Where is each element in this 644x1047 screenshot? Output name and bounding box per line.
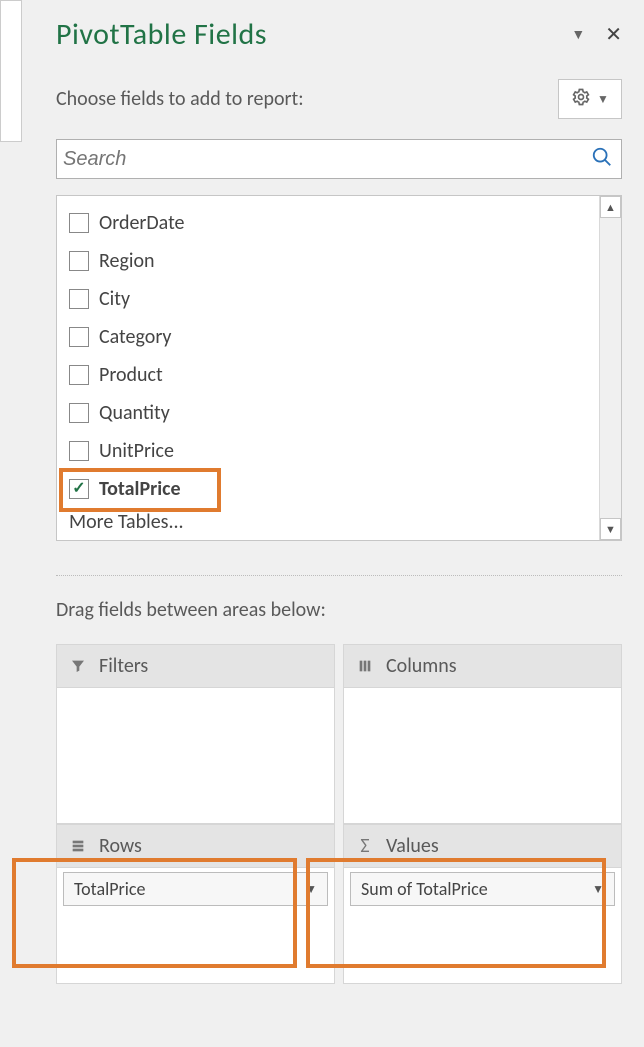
- columns-icon: [356, 658, 374, 674]
- subhead-label: Choose fields to add to report:: [56, 87, 304, 111]
- scroll-down-button[interactable]: ▼: [600, 518, 621, 540]
- chevron-down-icon: ▼: [597, 92, 609, 107]
- field-label: Region: [99, 249, 155, 273]
- sigma-icon: Σ: [356, 834, 374, 858]
- columns-dropzone[interactable]: [343, 688, 622, 824]
- columns-label: Columns: [386, 654, 457, 678]
- field-row-quantity[interactable]: Quantity: [65, 394, 599, 432]
- search-box[interactable]: [56, 139, 622, 179]
- values-header: Σ Values: [343, 824, 622, 868]
- field-label: Quantity: [99, 401, 170, 425]
- pane-controls: ▼ ✕: [571, 22, 622, 47]
- gear-icon: [571, 87, 591, 112]
- rows-dropzone[interactable]: TotalPrice ▼: [56, 868, 335, 984]
- close-icon[interactable]: ✕: [605, 22, 622, 47]
- field-row-city[interactable]: City: [65, 280, 599, 318]
- filters-label: Filters: [99, 654, 148, 678]
- field-checkbox[interactable]: [69, 441, 89, 461]
- pane-options-dropdown-icon[interactable]: ▼: [571, 26, 585, 43]
- filters-area[interactable]: Filters: [56, 644, 335, 824]
- field-label: City: [99, 287, 130, 311]
- field-list-scrollbar[interactable]: ▲ ▼: [599, 196, 621, 540]
- columns-header: Columns: [343, 644, 622, 688]
- chevron-down-icon[interactable]: ▼: [305, 882, 317, 897]
- rows-label: Rows: [99, 834, 142, 858]
- rows-icon: [69, 838, 87, 854]
- field-row-product[interactable]: Product: [65, 356, 599, 394]
- chevron-down-icon[interactable]: ▼: [592, 882, 604, 897]
- field-label: UnitPrice: [99, 439, 174, 463]
- field-checkbox[interactable]: [69, 479, 89, 499]
- rows-header: Rows: [56, 824, 335, 868]
- drag-areas-label: Drag fields between areas below:: [56, 598, 622, 622]
- fields-list: OrderDate Region City Category Product Quanti…: [56, 195, 622, 541]
- field-label: TotalPrice: [99, 477, 181, 501]
- field-checkbox[interactable]: [69, 251, 89, 271]
- field-label: OrderDate: [99, 211, 185, 235]
- search-input[interactable]: [63, 148, 591, 171]
- filters-header: Filters: [56, 644, 335, 688]
- pane-header: PivotTable Fields ▼ ✕: [56, 10, 622, 53]
- search-icon[interactable]: [591, 146, 613, 173]
- pivottable-fields-pane: PivotTable Fields ▼ ✕ Choose fields to a…: [34, 0, 644, 1047]
- pane-title: PivotTable Fields: [56, 16, 267, 53]
- field-row-totalprice[interactable]: TotalPrice: [65, 470, 599, 508]
- field-row-category[interactable]: Category: [65, 318, 599, 356]
- field-label: Category: [99, 325, 171, 349]
- field-checkbox[interactable]: [69, 403, 89, 423]
- field-checkbox[interactable]: [69, 213, 89, 233]
- filters-dropzone[interactable]: [56, 688, 335, 824]
- rows-area[interactable]: Rows TotalPrice ▼: [56, 824, 335, 984]
- values-area[interactable]: Σ Values Sum of TotalPrice ▼: [343, 824, 622, 984]
- field-checkbox[interactable]: [69, 289, 89, 309]
- area-item-label: Sum of TotalPrice: [361, 878, 488, 900]
- values-label: Values: [386, 834, 439, 858]
- field-label: Product: [99, 363, 163, 387]
- field-list-options-button[interactable]: ▼: [558, 79, 622, 119]
- columns-area[interactable]: Columns: [343, 644, 622, 824]
- filter-icon: [69, 658, 87, 674]
- scroll-up-button[interactable]: ▲: [600, 196, 621, 218]
- values-dropzone[interactable]: Sum of TotalPrice ▼: [343, 868, 622, 984]
- field-row-region[interactable]: Region: [65, 242, 599, 280]
- field-row-unitprice[interactable]: UnitPrice: [65, 432, 599, 470]
- field-row-orderdate[interactable]: OrderDate: [65, 204, 599, 242]
- subhead-row: Choose fields to add to report: ▼: [56, 79, 622, 119]
- divider: [56, 575, 622, 576]
- worksheet-edge: [0, 0, 22, 142]
- area-item[interactable]: TotalPrice ▼: [63, 872, 328, 906]
- drop-areas-grid: Filters Columns: [56, 644, 622, 984]
- more-tables-link[interactable]: More Tables...: [65, 510, 599, 534]
- field-checkbox[interactable]: [69, 365, 89, 385]
- field-checkbox[interactable]: [69, 327, 89, 347]
- area-item[interactable]: Sum of TotalPrice ▼: [350, 872, 615, 906]
- area-item-label: TotalPrice: [74, 878, 146, 900]
